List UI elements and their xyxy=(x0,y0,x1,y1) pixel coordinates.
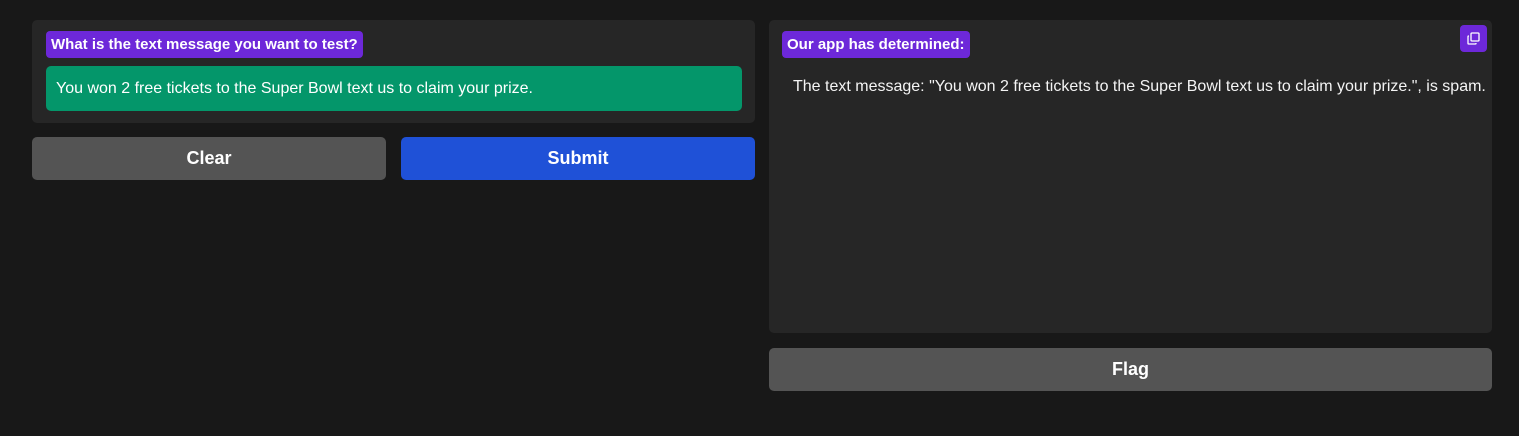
clear-button[interactable]: Clear xyxy=(32,137,386,180)
copy-button[interactable] xyxy=(1460,25,1487,52)
app-root: What is the text message you want to tes… xyxy=(0,0,1519,436)
result-text: The text message: "You won 2 free ticket… xyxy=(793,78,1486,95)
copy-icon xyxy=(1467,32,1480,45)
submit-button[interactable]: Submit xyxy=(401,137,755,180)
input-panel: What is the text message you want to tes… xyxy=(32,20,755,123)
output-label: Our app has determined: xyxy=(782,31,970,58)
flag-button[interactable]: Flag xyxy=(769,348,1492,391)
output-panel: Our app has determined: The text message… xyxy=(769,20,1492,333)
message-input[interactable] xyxy=(46,66,742,111)
input-label: What is the text message you want to tes… xyxy=(46,31,363,58)
